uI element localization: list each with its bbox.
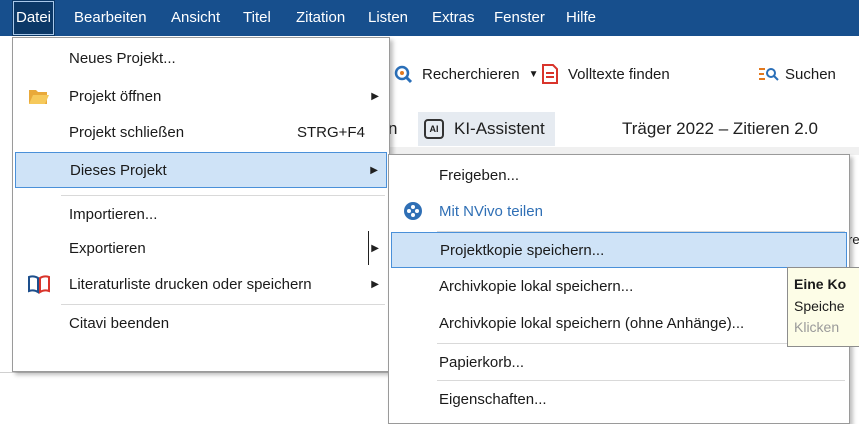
menu-zitation[interactable]: Zitation bbox=[296, 0, 345, 36]
menu-item-papierkorb[interactable]: Papierkorb... bbox=[391, 344, 847, 380]
tooltip: Eine Ko Speiche Klicken bbox=[787, 267, 859, 347]
file-menu: Neues Projekt... Projekt öffnen ▶ Projek… bbox=[12, 37, 390, 372]
menu-item-label: Archivkopie lokal speichern (ohne Anhäng… bbox=[439, 314, 745, 332]
menu-extras[interactable]: Extras bbox=[432, 0, 475, 36]
menu-item-literaturliste[interactable]: Literaturliste drucken oder speichern ▶ bbox=[15, 266, 387, 302]
recherchieren-button[interactable]: Recherchieren ▼ bbox=[394, 37, 538, 111]
menu-item-projektkopie-speichern[interactable]: Projektkopie speichern... bbox=[391, 232, 847, 268]
tooltip-hint: Klicken bbox=[794, 319, 840, 335]
menu-item-dieses-projekt[interactable]: Dieses Projekt ▶ bbox=[15, 152, 387, 188]
menu-item-shortcut: STRG+F4 bbox=[297, 123, 365, 141]
document-icon bbox=[542, 64, 558, 84]
menu-item-archivkopie-ohne-anhaenge[interactable]: Archivkopie lokal speichern (ohne Anhäng… bbox=[391, 305, 847, 341]
search-online-icon bbox=[394, 64, 414, 84]
menu-item-label: Archivkopie lokal speichern... bbox=[439, 277, 634, 295]
chevron-right-icon: ▶ bbox=[371, 278, 379, 290]
chevron-right-icon: ▶ bbox=[371, 242, 379, 254]
menu-item-label: Dieses Projekt bbox=[70, 161, 167, 179]
book-print-icon bbox=[27, 272, 51, 296]
chevron-right-icon: ▶ bbox=[371, 90, 379, 102]
folder-open-icon bbox=[27, 84, 51, 108]
menu-datei[interactable]: Datei bbox=[12, 0, 56, 36]
tooltip-title: Eine Ko bbox=[794, 276, 847, 292]
volltexte-finden-button[interactable]: Volltexte finden bbox=[542, 37, 670, 111]
menu-ansicht[interactable]: Ansicht bbox=[171, 0, 220, 36]
tooltip-line: Speiche bbox=[794, 298, 845, 314]
document-title: Träger 2022 – Zitieren 2.0 bbox=[622, 119, 818, 138]
menu-item-projekt-oeffnen[interactable]: Projekt öffnen ▶ bbox=[15, 78, 387, 114]
volltexte-label: Volltexte finden bbox=[568, 65, 670, 83]
menu-item-eigenschaften[interactable]: Eigenschaften... bbox=[391, 381, 847, 417]
chevron-down-icon: ▼ bbox=[528, 68, 539, 80]
recherchieren-label: Recherchieren bbox=[422, 65, 520, 83]
find-icon bbox=[759, 66, 779, 82]
menu-item-neues-projekt[interactable]: Neues Projekt... bbox=[15, 40, 387, 76]
menu-item-label: Projekt schließen bbox=[69, 123, 185, 141]
ki-assistent-label: KI-Assistent bbox=[454, 119, 545, 138]
menu-fenster[interactable]: Fenster bbox=[494, 0, 545, 36]
menu-item-importieren[interactable]: Importieren... bbox=[15, 196, 387, 232]
toolbar: Recherchieren ▼ Volltexte finden Suchen bbox=[388, 37, 859, 111]
project-submenu: Freigeben... Mit NVivo teilen Projektkop… bbox=[388, 154, 850, 424]
menu-item-archivkopie-lokal[interactable]: Archivkopie lokal speichern... bbox=[391, 268, 847, 304]
menu-item-exportieren[interactable]: Exportieren ▶ bbox=[15, 230, 387, 266]
menu-bar: Datei Bearbeiten Ansicht Titel Zitation … bbox=[0, 0, 859, 36]
menu-item-label: Projektkopie speichern... bbox=[440, 241, 605, 259]
menu-hilfe[interactable]: Hilfe bbox=[566, 0, 596, 36]
ai-icon: AI bbox=[424, 119, 444, 139]
menu-item-citavi-beenden[interactable]: Citavi beenden bbox=[15, 305, 387, 341]
menu-bearbeiten[interactable]: Bearbeiten bbox=[74, 0, 147, 36]
nvivo-icon bbox=[401, 199, 425, 223]
suchen-label: Suchen bbox=[785, 65, 836, 83]
menu-item-label: Citavi beenden bbox=[69, 314, 170, 332]
menu-item-label: Freigeben... bbox=[439, 166, 520, 184]
menu-item-label: Mit NVivo teilen bbox=[439, 202, 543, 220]
menu-item-label: Projekt öffnen bbox=[69, 87, 162, 105]
menu-item-label: Exportieren bbox=[69, 239, 146, 257]
menu-item-label: Literaturliste drucken oder speichern bbox=[69, 275, 312, 293]
menu-listen[interactable]: Listen bbox=[368, 0, 408, 36]
menu-item-label: Papierkorb... bbox=[439, 353, 525, 371]
main-panel-area bbox=[0, 372, 388, 420]
menu-item-label: Neues Projekt... bbox=[69, 49, 176, 67]
suchen-button[interactable]: Suchen bbox=[759, 37, 836, 111]
chevron-right-icon: ▶ bbox=[370, 164, 378, 176]
menu-item-projekt-schliessen[interactable]: Projekt schließen STRG+F4 bbox=[15, 114, 387, 150]
menu-item-freigeben[interactable]: Freigeben... bbox=[391, 157, 847, 193]
menu-item-label: Eigenschaften... bbox=[439, 390, 547, 408]
menu-item-nvivo-teilen[interactable]: Mit NVivo teilen bbox=[391, 193, 847, 229]
menu-item-label: Importieren... bbox=[69, 205, 158, 223]
menu-titel[interactable]: Titel bbox=[243, 0, 271, 36]
ki-assistent-button[interactable]: AI KI-Assistent bbox=[418, 112, 555, 146]
submenu-divider bbox=[368, 231, 369, 265]
